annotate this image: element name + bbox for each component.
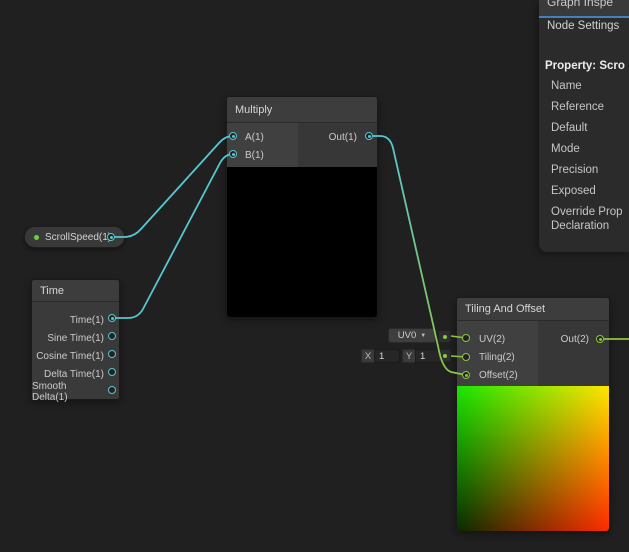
tab-node-settings[interactable]: Node Settings [547,20,619,32]
multiply-input-b-label: B(1) [245,150,264,161]
field-label-declaration: Declaration [551,220,609,232]
tiling-input-uv-label: UV(2) [479,334,505,345]
tiling-output-label: Out(2) [561,334,589,345]
multiply-input-a-label: A(1) [245,132,264,143]
tiling-node-uv-preview [457,386,609,531]
tiling-y-field-group: Y 1 [402,349,441,363]
multiply-input-column: A(1) B(1) [227,123,298,167]
port-tiling-uv[interactable] [462,334,470,342]
tiling-output-column: Out(2) [538,321,609,386]
property-node-label: ScrollSpeed(1) [45,232,111,243]
time-node-title: Time [40,285,64,297]
time-node-titlebar[interactable]: Time [32,280,119,302]
port-time-sine[interactable] [108,332,116,340]
wire-scrollspeed-to-multiply-a[interactable] [111,136,233,237]
cosine-time-output-label: Cosine Time(1) [36,351,104,362]
property-section-header: Property: Scro [545,60,625,72]
tab-graph-inspector[interactable]: Graph Inspe [547,0,629,9]
tiling-y-label: Y [402,349,415,363]
field-label-override-prop: Override Prop [551,206,623,218]
port-tiling-tiling[interactable] [462,353,470,361]
multiply-node-titlebar[interactable]: Multiply [227,97,377,123]
chevron-down-icon: ▼ [420,333,426,339]
multiply-output-label: Out(1) [329,132,357,143]
inspector-tab-bar[interactable]: Graph Inspe [539,0,629,18]
field-label-reference: Reference [551,101,604,113]
exposed-property-dot-icon [34,235,39,240]
wire-time-to-multiply-b[interactable] [112,154,233,318]
time-node-body: Time(1) Sine Time(1) Cosine Time(1) Delt… [32,302,119,401]
port-tiling-out[interactable] [596,335,604,343]
green-port-dot-icon [443,354,447,358]
green-port-dot-icon [443,335,447,339]
multiply-output-column: Out(1) [298,123,377,167]
port-time-time[interactable] [108,314,116,322]
tiling-default-connector-stub[interactable] [438,349,451,362]
field-label-mode: Mode [551,143,580,155]
multiply-node-preview [227,167,377,317]
smooth-delta-output-label: Smooth Delta(1) [32,381,104,403]
uv-default-connector-stub[interactable] [438,330,451,343]
port-multiply-out[interactable] [365,132,373,140]
port-multiply-a[interactable] [229,132,237,140]
tiling-node-title: Tiling And Offset [465,303,545,315]
field-label-default: Default [551,122,587,134]
uv-preview-green-gradient [457,386,609,531]
port-time-delta[interactable] [108,368,116,376]
time-output-label: Time(1) [70,315,104,326]
shader-graph-canvas[interactable]: ScrollSpeed(1) Time Time(1) Sine Time(1)… [0,0,629,552]
node-multiply[interactable]: Multiply A(1) B(1) Out(1) [226,96,378,317]
tiling-input-tiling-label: Tiling(2) [479,352,515,363]
multiply-node-title: Multiply [235,104,272,116]
node-time[interactable]: Time Time(1) Sine Time(1) Cosine Time(1)… [31,279,120,400]
port-time-cosine[interactable] [108,350,116,358]
uv-channel-dropdown[interactable]: UV0 ▼ [388,328,436,343]
sine-time-output-label: Sine Time(1) [47,333,104,344]
port-multiply-b[interactable] [229,150,237,158]
tiling-input-offset-label: Offset(2) [479,370,518,381]
port-tiling-offset[interactable] [462,371,470,379]
field-label-exposed: Exposed [551,185,596,197]
delta-time-output-label: Delta Time(1) [44,369,104,380]
tiling-node-titlebar[interactable]: Tiling And Offset [457,298,609,321]
uv-channel-value: UV0 [398,330,416,341]
tiling-x-input[interactable]: 1 [374,349,400,363]
field-label-name: Name [551,80,582,92]
port-time-smooth-delta[interactable] [108,386,116,394]
tiling-x-field-group: X 1 [361,349,400,363]
node-tiling-and-offset[interactable]: Tiling And Offset UV(2) Tiling(2) Offset… [456,297,610,531]
tiling-x-label: X [361,349,374,363]
field-label-precision: Precision [551,164,598,176]
graph-inspector-panel: Graph Inspe Node Settings Property: Scro… [539,0,629,252]
port-scrollspeed-out[interactable] [107,233,115,241]
